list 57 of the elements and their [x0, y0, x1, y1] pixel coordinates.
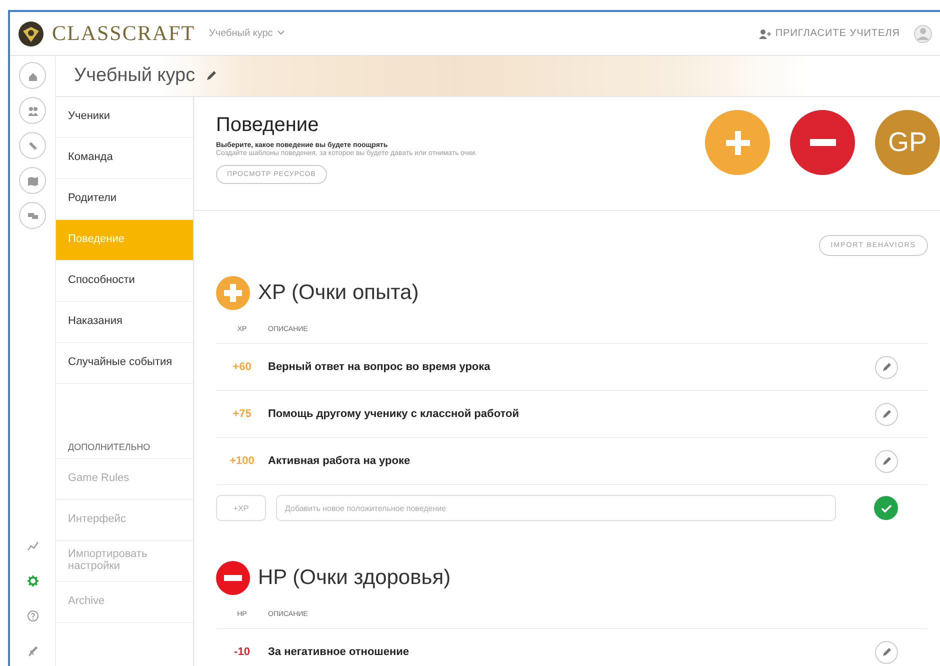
logo-icon: [18, 20, 44, 46]
avatar-icon: [914, 22, 932, 44]
confirm-button[interactable]: [874, 496, 898, 520]
sidebar-item[interactable]: Archive: [56, 582, 193, 623]
minus-icon: [810, 139, 836, 146]
settings-icon: [26, 575, 38, 587]
behavior-field[interactable]: Добавить новое положительное поведение: [276, 495, 836, 521]
sidebar-item[interactable]: Случайные события: [56, 343, 193, 384]
chat-button[interactable]: [19, 202, 46, 229]
people-button[interactable]: [19, 97, 46, 124]
check-icon: [880, 504, 892, 512]
edit-button[interactable]: [875, 356, 898, 378]
behavior-description: Верный ответ на вопрос во время урока: [268, 361, 492, 373]
points-value: -10: [233, 646, 251, 658]
home-button[interactable]: [19, 62, 46, 89]
pencil-icon: [882, 456, 892, 466]
gp-button[interactable]: GP: [875, 110, 940, 175]
sidebar-item[interactable]: Ученики: [56, 97, 193, 138]
sidebar-item[interactable]: Способности: [56, 261, 193, 302]
edit-button[interactable]: [875, 640, 898, 664]
add-user-icon: [759, 28, 772, 38]
section-title: XP (Очки опыта): [258, 281, 419, 305]
sidebar-item[interactable]: Команда: [56, 138, 193, 179]
map-button[interactable]: [19, 167, 46, 194]
section-title: HP (Очки здоровья): [258, 566, 451, 590]
points-value: +75: [232, 408, 252, 420]
line-chart-icon: [26, 540, 38, 552]
course-dropdown[interactable]: Учебный курс: [209, 28, 285, 39]
section-label: ДОПОЛНИТЕЛЬНО: [56, 442, 193, 459]
sidebar-item[interactable]: Наказания: [56, 302, 193, 343]
points-field[interactable]: +XP: [216, 495, 266, 521]
wrench-button[interactable]: [19, 132, 46, 159]
behavior-description: Помощь другому ученику с классной работой: [268, 408, 520, 420]
edit-button[interactable]: [875, 450, 898, 472]
behavior-description: За негативное отношение: [268, 646, 410, 658]
help-icon: [26, 610, 38, 622]
logo-text: CLASSCRAFT: [52, 21, 196, 46]
pencil-icon: [882, 409, 892, 419]
pencil-icon: [882, 647, 892, 657]
invite-teacher-button[interactable]: ПРИГЛАСИТЕ УЧИТЕЛЯ: [759, 28, 900, 39]
sidebar-item[interactable]: Интерфейс: [56, 500, 193, 541]
sidebar-item[interactable]: Game Rules: [56, 459, 193, 500]
edit-button[interactable]: [875, 402, 898, 426]
people-icon: [26, 104, 38, 116]
points-value: +100: [228, 455, 256, 467]
plus-icon: [216, 276, 250, 310]
behavior-description: Активная работа на уроке: [268, 455, 412, 467]
pencil-icon: [205, 70, 218, 82]
map-icon: [26, 174, 38, 186]
minus-icon: [216, 561, 250, 595]
sidebar-item[interactable]: Поведение: [56, 220, 193, 261]
pencil-icon: [882, 362, 892, 372]
course-title: Учебный курс: [74, 65, 196, 87]
sidebar-item[interactable]: Импортировать настройки: [56, 541, 193, 582]
points-value: +60: [232, 361, 252, 373]
chevron-icon: [276, 30, 285, 36]
page-title: Поведение: [216, 114, 320, 137]
